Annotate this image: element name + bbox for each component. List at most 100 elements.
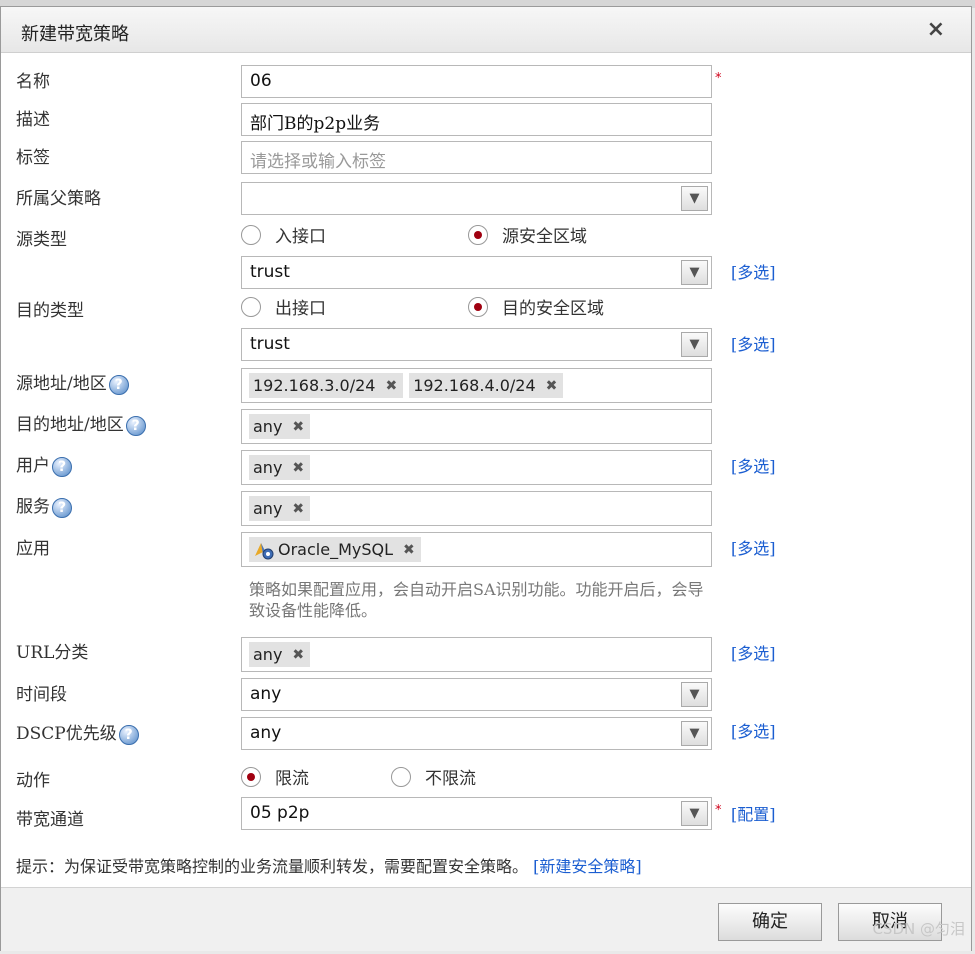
name-input[interactable]: 06 <box>241 65 712 98</box>
url-label: URL分类 <box>16 643 89 663</box>
action-limit-label: 限流 <box>275 769 309 789</box>
action-label: 动作 <box>16 771 50 791</box>
watermark: CSDN @匀泪 <box>872 920 965 938</box>
tag-input[interactable]: 请选择或输入标签 <box>241 141 712 174</box>
close-icon[interactable]: ✖ <box>385 378 397 394</box>
name-required-mark: * <box>715 71 722 86</box>
close-icon[interactable]: ✖ <box>403 542 415 558</box>
close-icon[interactable]: ✖ <box>292 419 304 435</box>
src-addr-tag: 192.168.4.0/24 ✖ <box>409 373 564 398</box>
src-addr-tag: 192.168.3.0/24 ✖ <box>249 373 404 398</box>
parent-policy-select[interactable]: ▼ <box>241 182 712 215</box>
time-label: 时间段 <box>16 685 67 705</box>
radio-checked-icon <box>241 766 261 787</box>
dscp-value: any <box>250 723 282 743</box>
help-icon[interactable]: ? <box>52 456 72 477</box>
src-zone-multi-select-link[interactable]: [多选] <box>731 259 776 283</box>
dst-zone-value: trust <box>250 334 290 354</box>
channel-label: 带宽通道 <box>16 810 84 830</box>
dst-addr-tag-text: any <box>253 417 283 436</box>
app-tag-text: Oracle_MySQL <box>278 540 393 559</box>
close-icon[interactable]: × <box>927 17 945 42</box>
dscp-select[interactable]: any ▼ <box>241 717 712 750</box>
desc-input[interactable]: 部门B的p2p业务 <box>241 103 712 136</box>
dst-type-interface-radio[interactable]: 出接口 <box>241 294 326 319</box>
action-nolimit-radio[interactable]: 不限流 <box>391 764 476 789</box>
channel-config-link[interactable]: [配置] <box>731 801 776 825</box>
dst-zone-multi-select-link[interactable]: [多选] <box>731 331 776 355</box>
application-icon <box>253 540 275 560</box>
ok-button[interactable]: 确定 <box>718 903 822 941</box>
src-addr-label: 源地址/地区? <box>16 369 129 395</box>
chevron-down-icon[interactable]: ▼ <box>681 801 708 826</box>
tag-label: 标签 <box>16 148 50 168</box>
radio-checked-icon <box>468 224 488 245</box>
channel-required-mark: * <box>715 803 722 818</box>
user-tag-input[interactable]: any ✖ <box>241 450 712 485</box>
user-tag-text: any <box>253 458 283 477</box>
notice-text: 提示：为保证受带宽策略控制的业务流量顺利转发，需要配置安全策略。 <box>16 857 529 876</box>
radio-unchecked-icon <box>241 296 261 317</box>
chevron-down-icon[interactable]: ▼ <box>681 721 708 746</box>
help-icon[interactable]: ? <box>108 374 129 395</box>
close-icon[interactable]: ✖ <box>546 378 558 394</box>
dst-zone-select[interactable]: trust ▼ <box>241 328 712 361</box>
user-label-text: 用户 <box>16 456 50 476</box>
security-policy-notice: 提示：为保证受带宽策略控制的业务流量顺利转发，需要配置安全策略。 [新建安全策略… <box>16 853 642 877</box>
service-tag: any ✖ <box>249 496 311 521</box>
app-tag-input[interactable]: Oracle_MySQL ✖ <box>241 532 712 567</box>
parent-policy-label: 所属父策略 <box>16 189 101 209</box>
service-tag-input[interactable]: any ✖ <box>241 491 712 526</box>
src-type-interface-radio[interactable]: 入接口 <box>241 222 326 247</box>
channel-value: 05 p2p <box>250 803 310 823</box>
bandwidth-policy-dialog: 新建带宽策略 × 名称 06 * 描述 部门B的p2p业务 标签 请选择或输入标… <box>0 6 972 951</box>
dialog-titlebar: 新建带宽策略 × <box>1 7 971 53</box>
dscp-multi-select-link[interactable]: [多选] <box>731 718 776 742</box>
new-security-policy-link[interactable]: [新建安全策略] <box>533 857 642 876</box>
desc-label: 描述 <box>16 110 50 130</box>
close-icon[interactable]: ✖ <box>292 501 304 517</box>
radio-checked-icon <box>468 296 488 317</box>
url-tag-input[interactable]: any ✖ <box>241 637 712 672</box>
src-addr-tag-text: 192.168.4.0/24 <box>413 376 536 395</box>
src-addr-tag-text: 192.168.3.0/24 <box>253 376 376 395</box>
dst-type-zone-radio[interactable]: 目的安全区域 <box>468 294 604 319</box>
dialog-title: 新建带宽策略 <box>21 24 129 45</box>
chevron-down-icon[interactable]: ▼ <box>681 260 708 285</box>
src-type-label: 源类型 <box>16 230 67 250</box>
app-multi-select-link[interactable]: [多选] <box>731 535 776 559</box>
time-value: any <box>250 684 282 704</box>
src-type-zone-radio[interactable]: 源安全区域 <box>468 222 587 247</box>
dst-type-interface-label: 出接口 <box>275 299 326 319</box>
chevron-down-icon[interactable]: ▼ <box>681 186 708 211</box>
chevron-down-icon[interactable]: ▼ <box>681 682 708 707</box>
chevron-down-icon[interactable]: ▼ <box>681 332 708 357</box>
name-label: 名称 <box>16 72 50 92</box>
close-icon[interactable]: ✖ <box>292 460 304 476</box>
url-tag-text: any <box>253 645 283 664</box>
url-tag: any ✖ <box>249 642 311 667</box>
channel-select[interactable]: 05 p2p ▼ <box>241 797 712 830</box>
src-type-zone-label: 源安全区域 <box>502 227 587 247</box>
dst-addr-label: 目的地址/地区? <box>16 410 146 436</box>
dst-addr-tag-input[interactable]: any ✖ <box>241 409 712 444</box>
help-icon[interactable]: ? <box>125 415 146 436</box>
src-type-interface-label: 入接口 <box>275 227 326 247</box>
action-limit-radio[interactable]: 限流 <box>241 764 309 789</box>
src-addr-tag-input[interactable]: 192.168.3.0/24 ✖ 192.168.4.0/24 ✖ <box>241 368 712 403</box>
service-tag-text: any <box>253 499 283 518</box>
src-zone-select[interactable]: trust ▼ <box>241 256 712 289</box>
dst-addr-label-text: 目的地址/地区 <box>16 415 124 435</box>
dst-type-label: 目的类型 <box>16 301 84 321</box>
app-hint-text: 策略如果配置应用，会自动开启SA识别功能。功能开启后，会导致设备性能降低。 <box>249 580 704 620</box>
app-label: 应用 <box>16 539 50 559</box>
src-addr-label-text: 源地址/地区 <box>16 374 107 394</box>
close-icon[interactable]: ✖ <box>292 647 304 663</box>
user-multi-select-link[interactable]: [多选] <box>731 453 776 477</box>
help-icon[interactable]: ? <box>118 724 139 745</box>
time-select[interactable]: any ▼ <box>241 678 712 711</box>
user-label: 用户? <box>16 451 72 477</box>
help-icon[interactable]: ? <box>52 497 72 518</box>
url-multi-select-link[interactable]: [多选] <box>731 640 776 664</box>
user-tag: any ✖ <box>249 455 311 480</box>
